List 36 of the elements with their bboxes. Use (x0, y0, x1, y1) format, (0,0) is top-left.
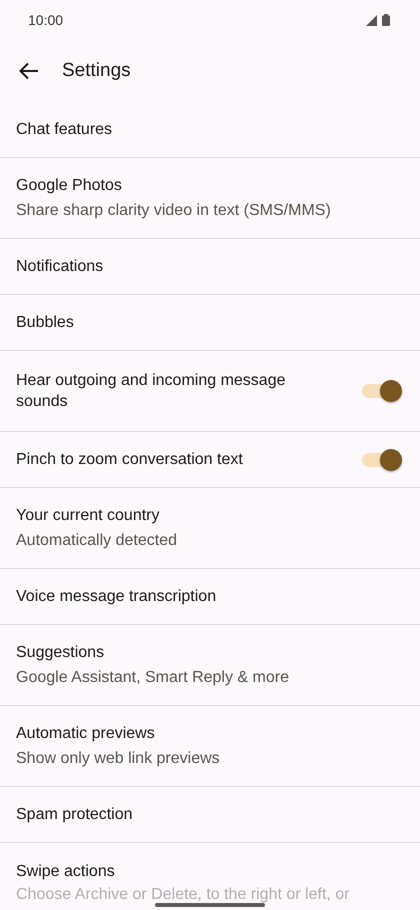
setting-title: Your current country (16, 506, 160, 526)
settings-row[interactable]: Voice message transcription (0, 569, 420, 625)
setting-summary: Choose Archive or Delete, to the right or left, or (16, 885, 350, 905)
settings-row[interactable]: Automatic previews Show only web link previews (0, 706, 420, 787)
back-arrow-icon (19, 62, 39, 80)
settings-row[interactable]: Bubbles (0, 295, 420, 351)
setting-title: Pinch to zoom conversation text (16, 450, 244, 470)
settings-row[interactable]: Hear outgoing and incoming message sounds (0, 351, 420, 432)
setting-title: Chat features (16, 120, 114, 140)
setting-title: Automatic previews (16, 724, 156, 744)
setting-title: Notifications (16, 257, 104, 277)
battery-icon (382, 14, 390, 26)
page-title: Settings (62, 60, 131, 82)
status-time: 10:00 (28, 12, 64, 28)
setting-summary: Share sharp clarity video in text (SMS/MMS) (16, 201, 332, 221)
setting-title: Spam protection (16, 805, 134, 825)
setting-summary: Google Assistant, Smart Reply & more (16, 668, 290, 688)
toggle-switch[interactable] (362, 379, 402, 403)
settings-row[interactable]: Google Photos Share sharp clarity video in text (SMS/MMS) (0, 158, 420, 239)
signal-icon (366, 14, 377, 26)
setting-title: Voice message transcription (16, 587, 218, 607)
setting-summary: Automatically detected (16, 531, 178, 551)
settings-row[interactable]: Suggestions Google Assistant, Smart Reply & more (0, 625, 420, 706)
setting-title: Hear outgoing and incoming message sounds (16, 371, 286, 412)
toggle-switch[interactable] (362, 448, 402, 472)
setting-title: Bubbles (16, 313, 75, 333)
settings-row[interactable]: Your current country Automatically detected (0, 488, 420, 569)
setting-title: Swipe actions (16, 862, 116, 882)
settings-row[interactable]: Chat features (0, 102, 420, 158)
setting-summary: Show only web link previews (16, 749, 221, 769)
setting-title: Google Photos (16, 176, 123, 196)
settings-row[interactable]: Pinch to zoom conversation text (0, 432, 420, 488)
back-button[interactable] (18, 60, 40, 82)
setting-title: Suggestions (16, 643, 106, 663)
settings-row[interactable]: Spam protection (0, 787, 420, 843)
settings-row[interactable]: Notifications (0, 239, 420, 295)
